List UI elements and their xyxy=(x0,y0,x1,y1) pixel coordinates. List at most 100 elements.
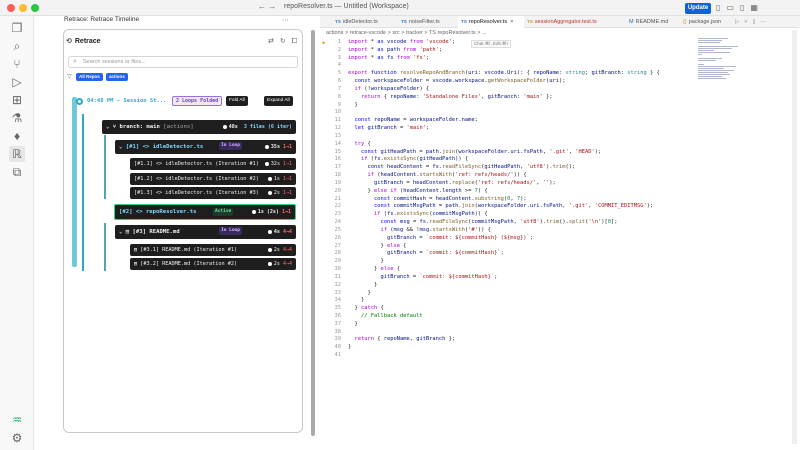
code-line[interactable]: } else if (headContent.length >= 7) { xyxy=(348,188,660,196)
line-number: 22 xyxy=(334,203,342,210)
tab-noisefilter[interactable]: TS noiseFilter.ts xyxy=(398,16,458,28)
code-line[interactable]: } xyxy=(348,321,660,329)
code-line[interactable]: const repoName = workspaceFolder.name; xyxy=(348,117,660,125)
code-line[interactable]: } xyxy=(348,102,660,110)
maximize-window-button[interactable] xyxy=(31,4,39,12)
tab-sessionaggregator-test[interactable]: TS sessionAggregator.test.ts xyxy=(524,16,626,28)
code-line[interactable]: } xyxy=(348,282,660,290)
minimap[interactable] xyxy=(698,38,738,86)
code-line[interactable]: if (headContent.startsWith('ref: refs/he… xyxy=(348,172,660,180)
search-input[interactable]: ⌕ Search sessions or files... xyxy=(68,56,298,68)
iteration-row[interactable]: ▤ [#3.1] README.md (Iteration #1) 2s 4→4 xyxy=(130,244,296,256)
code-line[interactable] xyxy=(348,329,660,337)
tab-idledetector[interactable]: TS idleDetector.ts xyxy=(332,16,398,28)
collapse-icon[interactable]: ⧠ xyxy=(292,38,304,45)
code-line[interactable]: if (!workspaceFolder) { xyxy=(348,86,660,94)
iteration-row[interactable]: [#1.2] <> idleDetector.ts (Iteration #2)… xyxy=(130,173,296,185)
line-number: 39 xyxy=(334,336,342,343)
file-row-readme[interactable]: ⌄ ▤ [#3] README.md In Loop 4s 4→4 xyxy=(115,225,296,239)
code-line[interactable]: } xyxy=(348,297,660,305)
search-icon[interactable]: ⌕ xyxy=(9,38,25,54)
code-line[interactable]: const commitMsgPath = path.join(workspac… xyxy=(348,203,660,211)
filter-all-repos[interactable]: All Repos xyxy=(76,73,103,81)
panel-actions[interactable]: ⋯ xyxy=(282,16,294,24)
layout-icons[interactable]: ▯▭▯▦ xyxy=(716,3,764,12)
line-number: 3 xyxy=(337,54,341,61)
code-line[interactable]: gitBranch = headContent.replace('ref: re… xyxy=(348,180,660,188)
code-line[interactable]: } catch { xyxy=(348,305,660,313)
line-number: 7 xyxy=(337,85,341,92)
code-line[interactable]: const commitHash = headContent.substring… xyxy=(348,196,660,204)
file-row-reporesolver[interactable]: [#2] <> repoResolver.ts Active 1s (2s) 1… xyxy=(114,204,296,220)
filter-actions[interactable]: actions xyxy=(106,73,128,81)
refresh-icon[interactable]: ↻ xyxy=(280,38,292,45)
minimize-window-button[interactable] xyxy=(19,4,27,12)
code-line[interactable]: import * as vscode from 'vscode'; xyxy=(348,39,660,47)
code-line[interactable]: export function resolveRepoAndBranch(uri… xyxy=(348,70,660,78)
code-line[interactable]: let gitBranch = 'main'; xyxy=(348,125,660,133)
tab-package-json[interactable]: {} package.json xyxy=(680,16,732,28)
python-icon[interactable]: ♦ xyxy=(9,128,25,144)
copilot-icon[interactable]: ♒ xyxy=(9,412,25,428)
iteration-row[interactable]: ▤ [#3.2] README.md (Iteration #2) 2s 4→4 xyxy=(130,258,296,270)
code-line[interactable]: if (fs.existsSync(commitMsgPath)) { xyxy=(348,211,660,219)
code-line[interactable]: import * as path from 'path'; xyxy=(348,47,660,55)
panel-scrollbar[interactable] xyxy=(311,30,315,436)
extensions-icon[interactable]: ⊞ xyxy=(9,92,25,108)
code-line[interactable]: // Fallback default xyxy=(348,313,660,321)
copy-icon[interactable]: ⧉ xyxy=(9,164,25,180)
code-line[interactable]: return { repoName: 'Standalone Files', g… xyxy=(348,94,660,102)
breadcrumb[interactable]: actions > retrace-vscode > src > tracker… xyxy=(326,30,487,36)
code-line[interactable]: const headContent = fs.readFileSync(gitH… xyxy=(348,164,660,172)
code-line[interactable]: const workspaceFolder = vscode.workspace… xyxy=(348,78,660,86)
code-line[interactable]: const gitHeadPath = path.join(workspaceF… xyxy=(348,149,660,157)
code-line[interactable]: gitBranch = `commit: ${commitHash}`; xyxy=(348,274,660,282)
filter-icon[interactable]: ▽ xyxy=(67,73,72,80)
testing-icon[interactable]: ⚗ xyxy=(9,110,25,126)
code-line[interactable]: } else { xyxy=(348,243,660,251)
code-line[interactable]: } xyxy=(348,290,660,298)
code-line[interactable] xyxy=(348,352,660,360)
line-number: 5 xyxy=(337,70,341,77)
chevron-down-icon: ⌄ xyxy=(119,229,123,235)
line-number: 9 xyxy=(337,101,341,108)
settings-gear-icon[interactable]: ⚙ xyxy=(9,430,25,446)
code-line[interactable]: return { repoName, gitBranch }; xyxy=(348,336,660,344)
tab-readme[interactable]: M README.md xyxy=(626,16,680,28)
tab-reporesolver[interactable]: TS repoResolver.ts × xyxy=(458,16,524,28)
run-debug-icon[interactable]: ▷ xyxy=(9,74,25,90)
code-line[interactable]: try { xyxy=(348,141,660,149)
code-line[interactable]: if (msg && !msg.startsWith('#')) { xyxy=(348,227,660,235)
retrace-icon[interactable]: ℝ xyxy=(9,146,25,162)
session-header[interactable]: 04:48 PM - Session St... 2 Loops Folded … xyxy=(76,95,296,109)
code-line[interactable]: gitBranch = `commit: ${commitHash} (${ms… xyxy=(348,235,660,243)
code-line[interactable]: } else { xyxy=(348,266,660,274)
code-line[interactable]: import * as fs from 'fs'; xyxy=(348,55,660,63)
iteration-row[interactable]: [#1.3] <> idleDetector.ts (Iteration #3)… xyxy=(130,187,296,199)
file-row-idledetector[interactable]: ⌄ [#1] <> idleDetector.ts In Loop 35s 1→… xyxy=(115,140,296,154)
code-editor[interactable]: import * as vscode from 'vscode'; import … xyxy=(348,39,660,360)
in-loop-badge: In Loop xyxy=(219,142,242,150)
code-line[interactable]: } xyxy=(348,258,660,266)
nav-arrows[interactable]: ← → xyxy=(258,2,276,11)
code-line[interactable]: if (fs.existsSync(gitHeadPath)) { xyxy=(348,156,660,164)
code-line[interactable]: gitBranch = `commit: ${commitHash}`; xyxy=(348,250,660,258)
expand-all-button[interactable]: Expand All xyxy=(264,96,293,106)
code-line[interactable] xyxy=(348,62,660,70)
code-line[interactable] xyxy=(348,109,660,117)
update-button[interactable]: Update xyxy=(685,3,711,14)
retrace-toolbar[interactable]: ⇄↻⧠ xyxy=(268,37,303,46)
iteration-row[interactable]: [#1.1] <> idleDetector.ts (Iteration #1)… xyxy=(130,158,296,170)
code-line[interactable] xyxy=(348,133,660,141)
branch-row[interactable]: ⌄ ⑂ branch: main [actions] 48s 3 files (… xyxy=(102,120,296,134)
share-icon[interactable]: ⇄ xyxy=(268,38,280,45)
code-line[interactable]: } xyxy=(348,344,660,352)
fold-all-button[interactable]: Fold All xyxy=(226,96,248,106)
editor-scrollbar[interactable] xyxy=(792,30,797,444)
source-control-icon[interactable]: ⑂ xyxy=(9,56,25,72)
close-window-button[interactable] xyxy=(7,4,15,12)
code-line[interactable]: const msg = fs.readFileSync(commitMsgPat… xyxy=(348,219,660,227)
explorer-icon[interactable]: ❐ xyxy=(9,20,25,36)
editor-actions[interactable]: ▷⑂▯⋯ xyxy=(732,16,800,28)
close-icon[interactable]: × xyxy=(510,19,513,25)
